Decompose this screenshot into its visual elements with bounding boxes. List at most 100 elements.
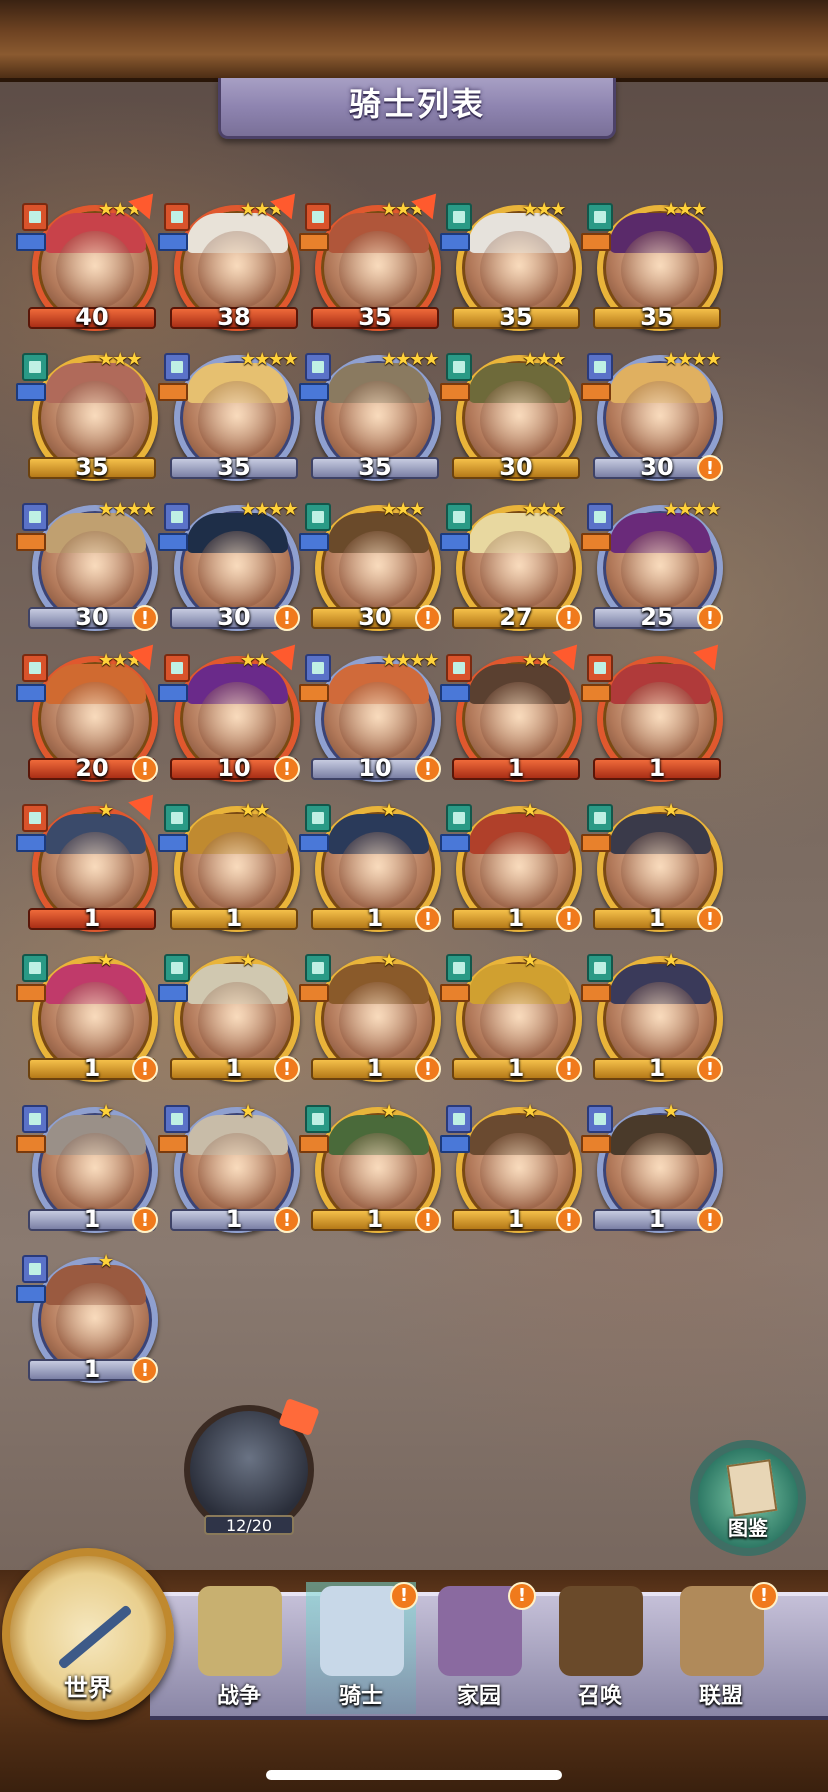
class-icon (22, 654, 48, 682)
nav-item[interactable]: 联盟! (666, 1582, 778, 1714)
knight-card[interactable]: 35 ★★★ (440, 195, 586, 345)
nav-item[interactable]: 战争 (184, 1582, 294, 1714)
star-rating: ★ (98, 1251, 114, 1272)
knight-card[interactable]: 25 ★★★★! (581, 495, 727, 645)
star-rating: ★★★ (522, 349, 566, 370)
knight-card[interactable]: 30 ★★★★! (158, 495, 304, 645)
class-icon (446, 353, 472, 381)
alert-badge-icon: ! (274, 605, 300, 631)
nav-item[interactable]: 召唤 (545, 1582, 655, 1714)
knight-card[interactable]: 1 ★! (158, 1097, 304, 1247)
star-rating: ★ (240, 950, 256, 971)
star-rating: ★ (522, 800, 538, 821)
knight-face (56, 381, 134, 459)
knight-face (56, 231, 134, 309)
nav-label: 战争 (216, 1684, 261, 1709)
knight-face (198, 531, 276, 609)
knight-card[interactable]: 30 ★★★★! (581, 345, 727, 495)
knight-level: 30 (358, 603, 392, 631)
knight-level: 1 (648, 1205, 666, 1233)
knight-card[interactable]: 1 ★! (440, 796, 586, 946)
knight-card[interactable]: 35 ★★★★ (299, 345, 445, 495)
knight-card[interactable]: 30 ★★★★! (16, 495, 162, 645)
role-icon (440, 533, 470, 551)
knight-level: 1 (648, 754, 666, 782)
knight-card[interactable]: 1 ★! (299, 796, 445, 946)
class-icon (164, 804, 190, 832)
knight-card[interactable]: 40 ★★★ (16, 184, 164, 345)
knight-face (198, 231, 276, 309)
knight-level: 1 (648, 904, 666, 932)
star-rating: ★★★ (663, 199, 707, 220)
nav-label: 骑士 (338, 1684, 383, 1709)
star-rating: ★ (381, 800, 397, 821)
role-icon (16, 834, 46, 852)
role-icon (299, 233, 329, 251)
class-icon (446, 954, 472, 982)
star-rating: ★★★★ (240, 349, 299, 370)
knight-card[interactable]: 1 ★★ (440, 635, 588, 796)
role-icon (158, 984, 188, 1002)
knight-level: 1 (648, 1054, 666, 1082)
nav-icon (198, 1586, 282, 1676)
knight-card[interactable]: 20 ★★★! (16, 635, 164, 796)
knight-card[interactable]: 10 ★★★★! (299, 646, 445, 796)
knight-card[interactable]: 30 ★★★ (440, 345, 586, 495)
knight-card[interactable]: 1 ★ (16, 785, 164, 946)
knight-card[interactable]: 1 ★! (16, 1097, 162, 1247)
knight-card[interactable]: 35 ★★★ (16, 345, 162, 495)
knight-card[interactable]: 1 ★! (581, 796, 727, 946)
knight-level: 1 (507, 1054, 525, 1082)
knight-card[interactable]: 1 ★★ (158, 796, 304, 946)
knight-level: 30 (640, 453, 674, 481)
knight-card[interactable]: 1 (581, 635, 729, 796)
class-icon (587, 503, 613, 531)
alert-badge-icon: ! (697, 605, 723, 631)
knight-card[interactable]: 38 ★★★ (158, 184, 306, 345)
alert-badge-icon: ! (697, 1207, 723, 1233)
knight-level: 1 (225, 1205, 243, 1233)
compass-needle-icon (57, 1604, 133, 1670)
knight-level: 35 (75, 453, 109, 481)
alert-badge-icon: ! (415, 1056, 441, 1082)
knight-face (480, 832, 558, 910)
role-icon (16, 233, 46, 251)
knight-face (480, 531, 558, 609)
knight-card[interactable]: 1 ★! (440, 1097, 586, 1247)
class-icon (587, 1105, 613, 1133)
knight-level: 35 (358, 453, 392, 481)
knight-face (56, 982, 134, 1060)
knight-card[interactable]: 1 ★! (440, 946, 586, 1096)
alert-badge-icon: ! (132, 756, 158, 782)
fragment-card[interactable]: 12/20 (184, 1398, 320, 1535)
knight-card[interactable]: 1 ★! (299, 1097, 445, 1247)
knight-card[interactable]: 27 ★★★! (440, 495, 586, 645)
knight-card[interactable]: 1 ★! (158, 946, 304, 1096)
knight-face (339, 231, 417, 309)
page-title: 骑士列表 (348, 85, 485, 123)
knight-card[interactable]: 1 ★! (16, 1247, 162, 1397)
star-rating: ★ (663, 800, 679, 821)
nav-item[interactable]: 家园! (424, 1582, 536, 1714)
world-compass-button[interactable]: 世界 (2, 1548, 174, 1720)
knight-card[interactable]: 35 ★★★★ (158, 345, 304, 495)
class-icon (22, 954, 48, 982)
knight-card[interactable]: 10 ★★! (158, 635, 306, 796)
class-icon (446, 1105, 472, 1133)
knight-face (198, 832, 276, 910)
knight-card[interactable]: 35 ★★★ (299, 184, 447, 345)
knight-card[interactable]: 1 ★! (16, 946, 162, 1096)
knight-card[interactable]: 1 ★! (581, 946, 727, 1096)
star-rating: ★ (663, 950, 679, 971)
class-icon (587, 353, 613, 381)
nav-item[interactable]: 骑士! (306, 1582, 418, 1714)
knight-card[interactable]: 1 ★! (581, 1097, 727, 1247)
codex-button[interactable]: 图鉴 (690, 1440, 806, 1556)
knight-card[interactable]: 30 ★★★! (299, 495, 445, 645)
knight-face (621, 381, 699, 459)
star-rating: ★★★★ (240, 499, 299, 520)
knight-card[interactable]: 35 ★★★ (581, 195, 727, 345)
class-icon (587, 954, 613, 982)
knight-card[interactable]: 1 ★! (299, 946, 445, 1096)
star-rating: ★★★★ (98, 499, 157, 520)
